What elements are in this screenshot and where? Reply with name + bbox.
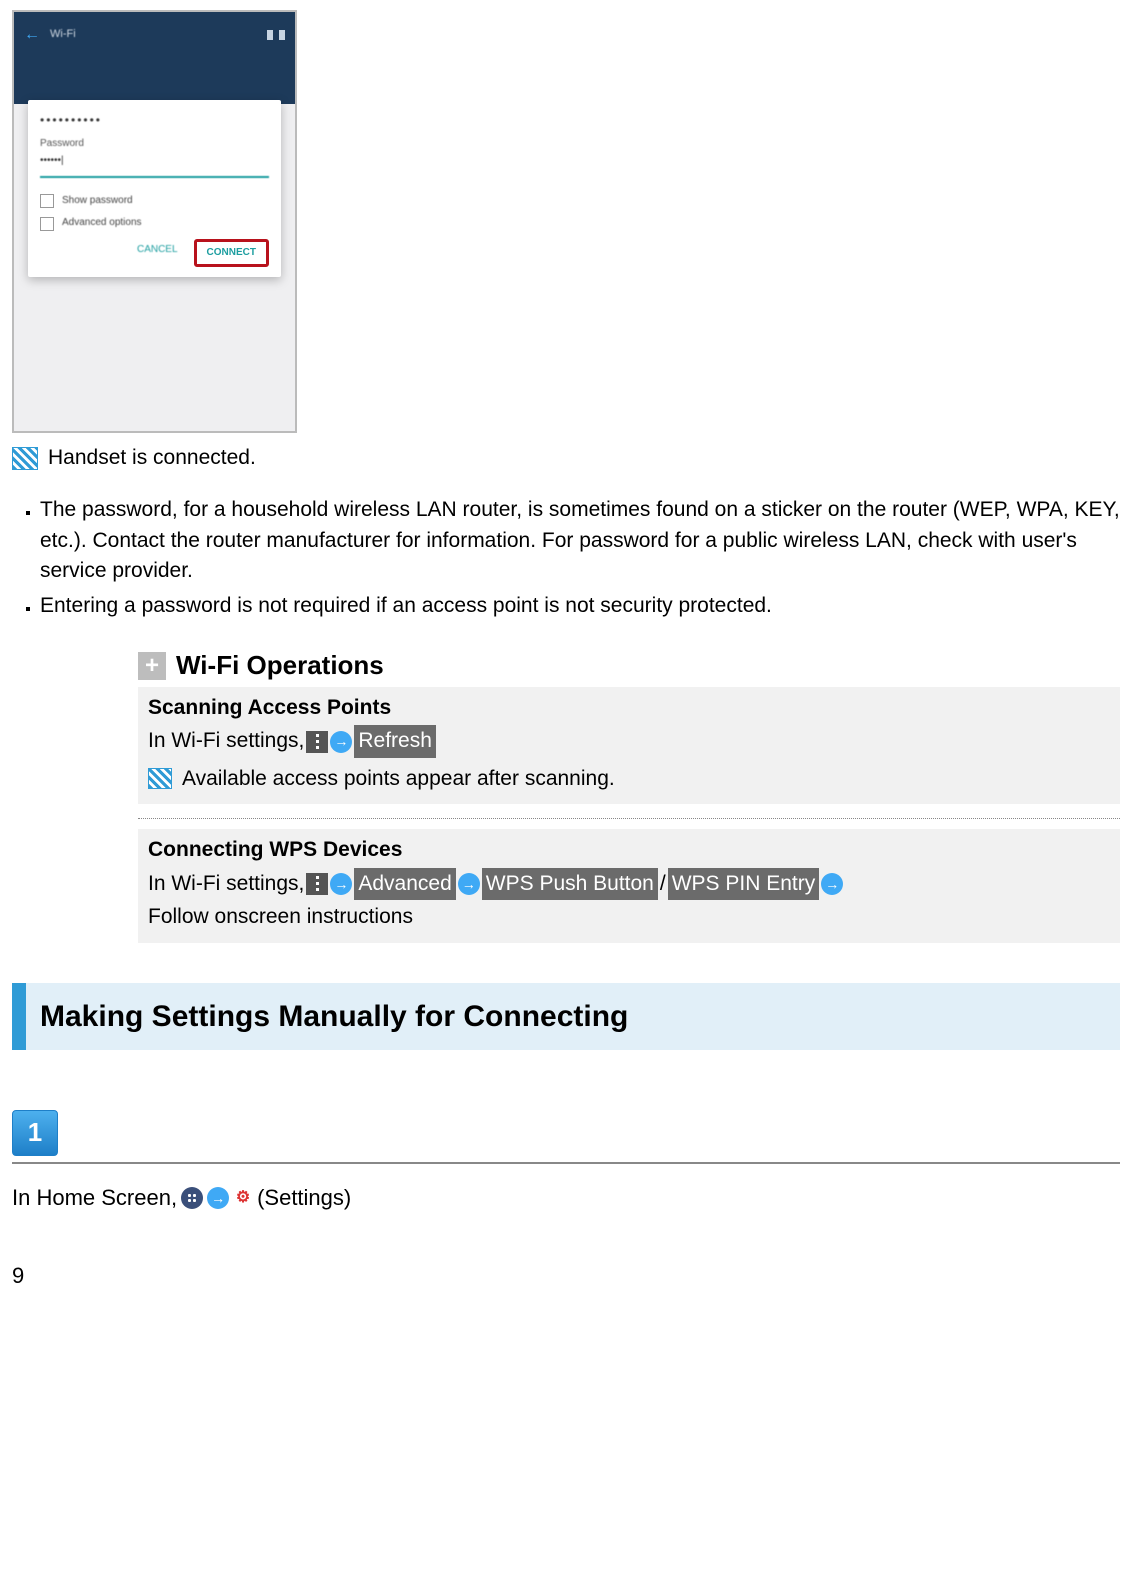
wps-push-tag: WPS Push Button [482, 868, 658, 900]
expand-plus-icon: + [138, 652, 166, 680]
back-arrow-icon: ← [24, 23, 40, 46]
wifi-connected-icon [12, 447, 38, 470]
menu-dots-icon [306, 873, 328, 895]
status-icons [267, 30, 285, 40]
section-heading: Making Settings Manually for Connecting [12, 983, 1120, 1051]
step-divider [12, 1162, 1120, 1164]
arrow-icon [207, 1187, 229, 1209]
password-dialog: •••••••••• Password ••••••| Show passwor… [28, 100, 281, 277]
arrow-icon [330, 873, 352, 895]
connecting-wps-box: Connecting WPS Devices In Wi-Fi settings… [138, 829, 1120, 942]
advanced-tag: Advanced [354, 868, 455, 900]
connected-text: Handset is connected. [48, 443, 256, 473]
scan-result-text: Available access points appear after sca… [182, 764, 615, 794]
divider [138, 818, 1120, 819]
gear-icon [233, 1188, 253, 1208]
slash: / [660, 869, 666, 899]
wifi-operations-title: Wi-Fi Operations [176, 647, 384, 685]
menu-dots-icon [306, 731, 328, 753]
wifi-password-screenshot: ← Wi-Fi •••••••••• Password ••••••| Show… [12, 10, 297, 433]
scanning-access-points-box: Scanning Access Points In Wi-Fi settings… [138, 687, 1120, 804]
advanced-options-label: Advanced options [62, 216, 142, 231]
arrow-icon [330, 731, 352, 753]
arrow-icon [458, 873, 480, 895]
connect-button: CONNECT [194, 239, 269, 268]
page-number: 9 [12, 1260, 1120, 1292]
scan-prefix: In Wi-Fi settings, [148, 726, 304, 756]
notes-list: The password, for a household wireless L… [12, 495, 1120, 621]
note-item: Entering a password is not required if a… [40, 591, 1120, 621]
wps-follow-text: Follow onscreen instructions [148, 902, 413, 932]
note-item: The password, for a household wireless L… [40, 495, 1120, 586]
cancel-button: CANCEL [131, 239, 184, 268]
step1-prefix: In Home Screen, [12, 1182, 177, 1214]
wps-heading: Connecting WPS Devices [148, 835, 1110, 865]
wps-pin-tag: WPS PIN Entry [668, 868, 820, 900]
screenshot-title: Wi-Fi [50, 27, 76, 43]
scanning-heading: Scanning Access Points [148, 693, 1110, 723]
show-password-label: Show password [62, 194, 133, 209]
network-name-masked: •••••••••• [40, 112, 269, 129]
arrow-icon [821, 873, 843, 895]
screenshot-topbar: ← Wi-Fi [14, 12, 295, 104]
refresh-tag: Refresh [354, 725, 436, 757]
password-label: Password [40, 137, 269, 152]
wifi-result-icon [148, 768, 172, 789]
show-password-checkbox [40, 194, 54, 208]
password-input: ••••••| [40, 154, 269, 178]
step-1-badge: 1 [12, 1110, 58, 1156]
step1-settings: (Settings) [257, 1182, 351, 1214]
advanced-options-checkbox [40, 217, 54, 231]
apps-icon [181, 1187, 203, 1209]
wps-prefix: In Wi-Fi settings, [148, 869, 304, 899]
